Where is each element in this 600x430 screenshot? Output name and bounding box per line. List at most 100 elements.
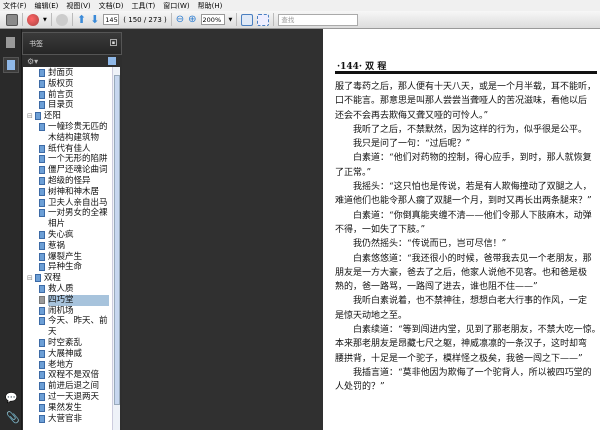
bookmark-item[interactable]: 纸代有佳人 [23, 144, 120, 155]
zoom-in-icon[interactable]: ⊕ [188, 14, 196, 25]
bookmark-icon [39, 122, 45, 131]
menu-item[interactable]: 窗口(W) [163, 1, 189, 11]
share-icon[interactable] [27, 13, 39, 26]
bookmark-icon [39, 144, 45, 153]
bookmark-label: 失心疯 [48, 229, 74, 240]
bookmark-item[interactable]: 目录页 [23, 100, 120, 111]
bookmark-icon [39, 101, 45, 110]
bookmark-icon [39, 252, 45, 261]
zoom-out-icon[interactable]: ⊖ [176, 14, 184, 25]
bookmark-item[interactable]: 大营官非 [23, 414, 120, 425]
collapse-icon[interactable]: ⊟ [27, 273, 33, 284]
bookmark-item[interactable]: 封面页 [23, 68, 120, 79]
bookmark-icon [39, 69, 45, 77]
bookmark-icon [39, 230, 45, 239]
bookmark-item[interactable]: 异种生命 [23, 262, 120, 273]
chevron-down-icon[interactable]: ▼ [43, 17, 47, 23]
bookmark-item[interactable]: 老地方 [23, 360, 120, 371]
text-line: 本来那老朋友是昂藏七尺之躯，神威凛凛的一条汉子，这时却弯 [335, 339, 588, 350]
next-page-icon[interactable]: ⬇ [90, 13, 99, 26]
bookmark-icon [39, 338, 45, 347]
bookmark-item[interactable]: 前言页 [23, 90, 120, 101]
bookmark-label: 异种生命 [48, 262, 83, 273]
menu-item[interactable]: 帮助(H) [198, 1, 223, 11]
bookmark-item[interactable]: 卫夫人亲自出马 [23, 198, 120, 209]
bookmarks-panel: 书签 ▪ ⚙▾ 封面页 版权页 前言页 目录页 ⊟ 还阳 一幢珍贵无匹的木结构建筑物 纸代有佳… [22, 29, 122, 430]
bookmark-label: 大展神威 [48, 348, 83, 359]
bookmark-item[interactable]: 今天、昨天、前天 [23, 316, 120, 338]
bookmark-item[interactable]: 爆裂产生 [23, 252, 120, 263]
bookmark-item[interactable]: 前进后退之间 [23, 381, 120, 392]
comments-icon[interactable]: 💬 [5, 393, 17, 405]
menu-item[interactable]: 编辑(E) [35, 1, 59, 11]
bookmark-item[interactable]: ⊟ 还阳 [23, 111, 120, 122]
hand-icon[interactable] [55, 13, 68, 26]
bookmark-item[interactable]: 惹祸 [23, 241, 120, 252]
bookmark-icon [39, 166, 45, 175]
bookmark-icon [39, 382, 45, 391]
bookmark-item[interactable]: 失心疯 [23, 230, 120, 241]
page-count: ( 150 / 273 ) [123, 15, 167, 24]
bookmark-item[interactable]: 一对男女的全裸相片 [23, 208, 120, 230]
bookmark-item[interactable]: 闹机场 [23, 306, 120, 317]
bookmark-icon [39, 176, 45, 185]
bookmark-icon [39, 198, 45, 207]
text-line: 服了毒药之后，那人便有十天八天，或是一个月半载，耳不能听， [335, 82, 597, 92]
bookmark-item[interactable]: 果然发生 [23, 403, 120, 414]
pages-icon[interactable] [6, 37, 15, 48]
bookmark-label: 爆裂产生 [48, 251, 83, 262]
bookmarks-icon[interactable] [3, 57, 19, 73]
attachment-icon[interactable]: 📎 [6, 411, 20, 424]
text-line: 我听了之后，不禁默然，因为这样的行为，似乎很是公平。 [353, 124, 588, 135]
page-number-input[interactable]: 145 [103, 14, 120, 25]
bookmark-item[interactable]: 一幢珍贵无匹的木结构建筑物 [23, 122, 120, 144]
bookmark-item[interactable]: ⊟ 双程 [23, 273, 120, 284]
text-line: 我插言道：“莫非他因为欺侮了一个驼背人，所以被四巧堂的 [353, 367, 592, 378]
bookmark-label: 果然发生 [48, 402, 83, 413]
fit-page-icon[interactable] [241, 13, 254, 26]
separator [273, 13, 275, 26]
text-line: 我摇头：“这只怕也是传说，若是有人欺侮撞动了双腿之人， [353, 182, 592, 193]
bookmark-item[interactable]: 版权页 [23, 79, 120, 90]
print-icon[interactable] [6, 13, 18, 26]
menu-item[interactable]: 文件(F) [3, 1, 27, 11]
bookmark-item[interactable]: 僵尸还魂论曲词 [23, 165, 120, 176]
bookmark-label: 双程不是双倍 [48, 370, 100, 381]
options-gear-icon[interactable]: ⚙▾ [27, 57, 38, 66]
menu-item[interactable]: 视图(V) [66, 1, 90, 11]
bookmark-item[interactable]: 一个无形的陷阱 [23, 154, 120, 165]
chevron-down-icon[interactable]: ▼ [229, 17, 233, 23]
separator [170, 13, 172, 26]
bookmark-item[interactable]: 过一天退两天 [23, 392, 120, 403]
scrollbar-thumb[interactable] [114, 75, 120, 405]
bookmark-item[interactable]: 时空紊乱 [23, 338, 120, 349]
separator [22, 13, 23, 26]
search-input[interactable]: 查找 [278, 13, 359, 26]
previous-page-icon[interactable]: ⬆ [77, 13, 86, 26]
bookmark-item[interactable]: 双程不是双倍 [23, 370, 120, 381]
bookmark-item[interactable]: 超级的怪异 [23, 176, 120, 187]
bookmark-icon [39, 349, 45, 358]
bookmark-label: 版权页 [48, 78, 74, 89]
collapse-icon[interactable]: ⊟ [27, 111, 33, 122]
bookmark-label: 卫夫人亲自出马 [48, 197, 108, 208]
bookmark-label: 一幢珍贵无匹的木结构建筑物 [48, 121, 108, 143]
zoom-select[interactable]: 200% [200, 14, 225, 25]
bookmark-icon [39, 187, 45, 196]
bookmark-item[interactable]: 四巧堂 [23, 294, 120, 306]
bookmark-item[interactable]: 树神和神木居 [23, 187, 120, 198]
full-screen-icon[interactable] [257, 13, 270, 26]
separator [50, 13, 52, 26]
bookmark-tree: 封面页 版权页 前言页 目录页 ⊟ 还阳 一幢珍贵无匹的木结构建筑物 纸代有佳人 一个无形的陷阱… [23, 67, 120, 430]
menu-item[interactable]: 文档(D) [99, 1, 124, 11]
bookmark-item[interactable]: 大展神威 [23, 349, 120, 360]
close-panel-icon[interactable]: ▪ [110, 39, 117, 46]
menu-item[interactable]: 工具(T) [132, 1, 156, 11]
bookmark-icon [39, 263, 45, 272]
bookmark-label: 僵尸还魂论曲词 [48, 165, 108, 176]
bookmark-item[interactable]: 救人质 [23, 284, 120, 295]
bookmark-label: 超级的怪异 [48, 175, 91, 186]
text-line: 熟的，爸一路骂，一路闯了进去，谁也阻不住——” [335, 282, 538, 293]
new-bookmark-icon[interactable] [108, 57, 116, 65]
scrollbar[interactable] [112, 67, 120, 430]
